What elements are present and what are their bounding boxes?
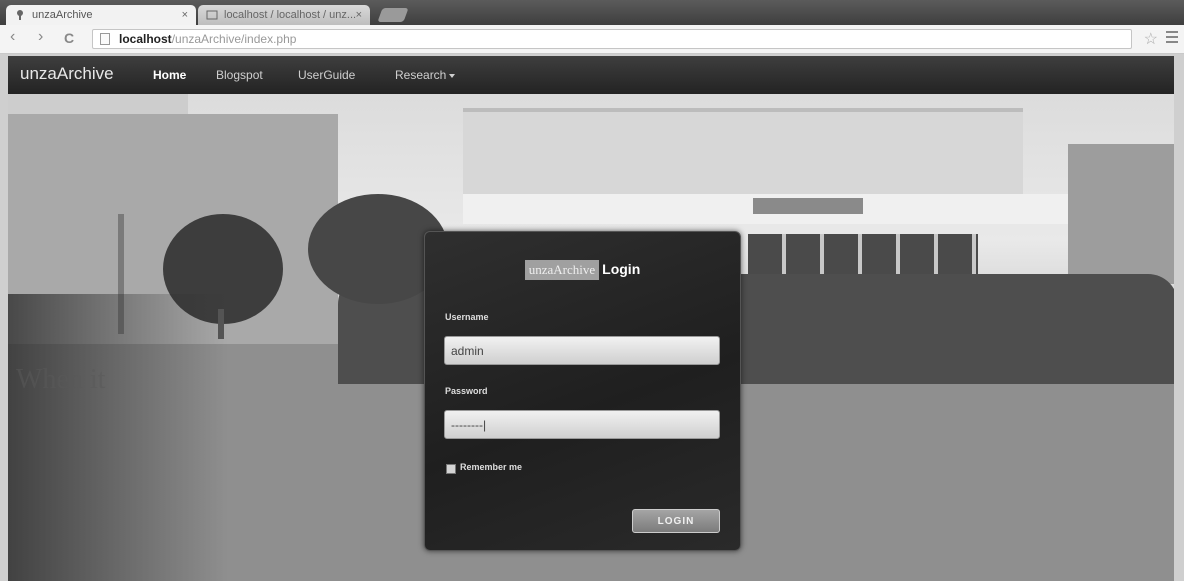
site-favicon-icon bbox=[17, 10, 23, 20]
bookmark-star-icon[interactable]: ☆ bbox=[1144, 29, 1158, 49]
tab-title: localhost / localhost / unz... bbox=[224, 9, 357, 21]
shadow-overlay bbox=[8, 294, 228, 581]
tab-close-icon[interactable]: × bbox=[356, 5, 362, 25]
browser-menu-icon[interactable] bbox=[1166, 31, 1178, 46]
back-icon[interactable]: ‹ bbox=[10, 28, 15, 46]
browser-tabbar: unzaArchive × localhost / localhost / un… bbox=[0, 0, 1184, 25]
password-input[interactable] bbox=[444, 410, 720, 439]
nav-home[interactable]: Home bbox=[153, 68, 186, 82]
building-center bbox=[463, 108, 1023, 202]
username-input[interactable] bbox=[444, 336, 720, 365]
login-title-brand: unzaArchive bbox=[524, 260, 600, 280]
building-right bbox=[1068, 144, 1174, 284]
app-navbar: unzaArchive Home Blogspot UserGuide Rese… bbox=[8, 56, 1174, 94]
login-title-word: Login bbox=[602, 261, 641, 277]
reload-icon[interactable]: C bbox=[64, 30, 74, 46]
login-panel: unzaArchiveLogin Username Password Remem… bbox=[424, 231, 741, 551]
url-path: /unzaArchive/index.php bbox=[171, 32, 297, 46]
caret-down-icon bbox=[449, 73, 456, 78]
new-tab-button[interactable] bbox=[377, 8, 409, 22]
browser-toolbar: ‹ › C localhost/unzaArchive/index.php ☆ bbox=[0, 25, 1184, 54]
browser-tab-active[interactable]: unzaArchive × bbox=[6, 5, 196, 25]
nav-blogspot[interactable]: Blogspot bbox=[216, 68, 263, 82]
background-faded-text: When it bbox=[16, 364, 106, 395]
username-label: Username bbox=[445, 312, 489, 322]
building-sign bbox=[753, 198, 863, 214]
address-bar[interactable]: localhost/unzaArchive/index.php bbox=[92, 29, 1132, 49]
browser-tab-inactive[interactable]: localhost / localhost / unz... × bbox=[198, 5, 370, 25]
page-icon bbox=[100, 33, 110, 45]
tab-close-icon[interactable]: × bbox=[182, 5, 188, 25]
nav-userguide[interactable]: UserGuide bbox=[298, 68, 355, 82]
building-windows bbox=[748, 234, 978, 279]
nav-research[interactable]: Research bbox=[395, 68, 456, 82]
login-button[interactable]: LOGIN bbox=[632, 509, 720, 533]
remember-checkbox[interactable] bbox=[446, 464, 456, 474]
url-host: localhost bbox=[119, 32, 172, 46]
password-label: Password bbox=[445, 386, 488, 396]
remember-label: Remember me bbox=[460, 462, 523, 472]
tab-title: unzaArchive bbox=[32, 9, 93, 21]
nav-research-label: Research bbox=[395, 68, 447, 82]
brand-logo[interactable]: unzaArchive bbox=[20, 64, 114, 84]
login-title: unzaArchive Login bbox=[425, 260, 740, 280]
forward-icon[interactable]: › bbox=[38, 28, 43, 46]
page-favicon-icon bbox=[206, 10, 218, 20]
